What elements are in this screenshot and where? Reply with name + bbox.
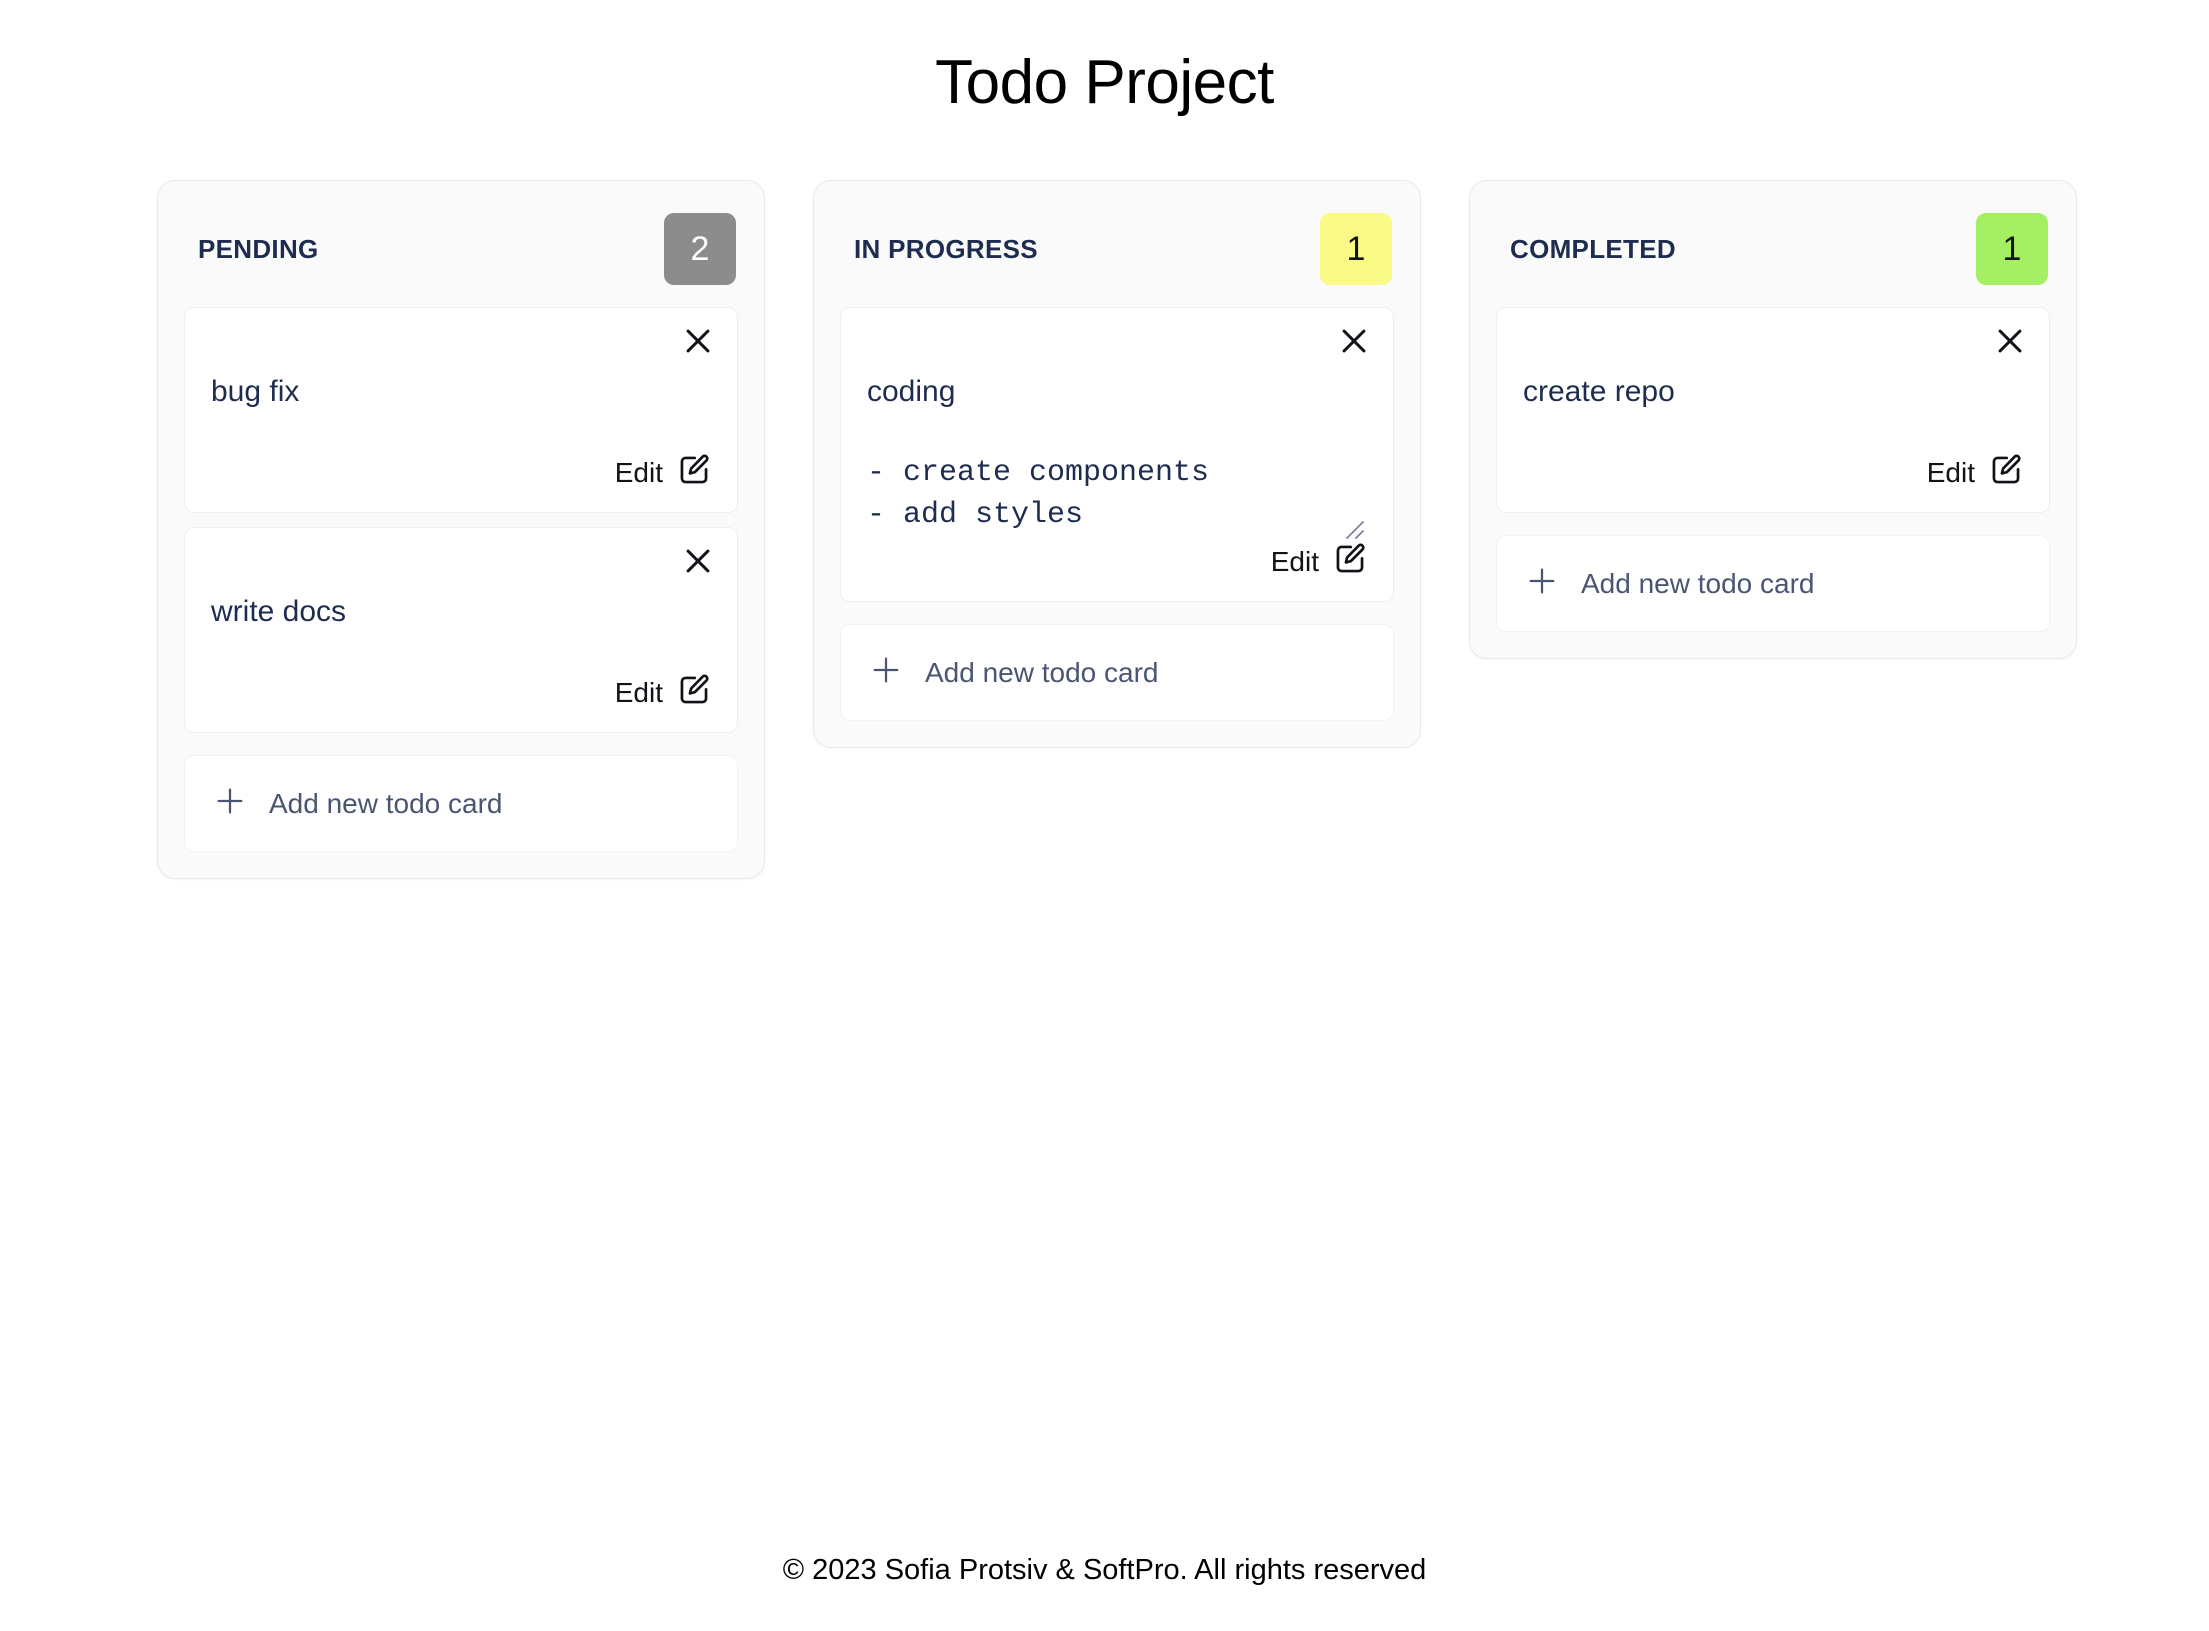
close-icon[interactable] bbox=[681, 324, 715, 358]
todo-card-text: bug fix bbox=[211, 375, 300, 409]
count-badge: 1 bbox=[1320, 213, 1392, 286]
column-title: IN PROGRESS bbox=[854, 233, 1038, 264]
app-root: Todo Project PENDING 2 bug fix Edit write do… bbox=[0, 0, 2209, 1631]
close-icon[interactable] bbox=[1993, 324, 2027, 358]
square-pen-icon[interactable] bbox=[677, 453, 711, 492]
todo-card-text: write docs bbox=[211, 595, 347, 629]
todo-card: create repo Edit bbox=[1496, 307, 2050, 514]
edit-button-label[interactable]: Edit bbox=[615, 678, 663, 707]
plus-icon bbox=[213, 784, 247, 823]
todo-card: bug fix Edit bbox=[184, 307, 738, 514]
square-pen-icon[interactable] bbox=[677, 673, 711, 712]
todo-card: write docs Edit bbox=[184, 527, 738, 734]
card-list: bug fix Edit write docs Edit bbox=[184, 307, 738, 734]
todo-card: coding - create components - add styles Ed… bbox=[840, 307, 1394, 603]
page-footer: © 2023 Sofia Protsiv & SoftPro. All righ… bbox=[0, 1509, 2209, 1631]
add-todo-card-label: Add new todo card bbox=[925, 656, 1159, 688]
add-todo-card-button[interactable]: Add new todo card bbox=[840, 624, 1394, 722]
plus-icon bbox=[1525, 564, 1559, 603]
page-title: Todo Project bbox=[935, 48, 1274, 117]
todo-card-text: coding bbox=[867, 375, 956, 409]
column-title: PENDING bbox=[198, 233, 319, 264]
card-footer: Edit bbox=[867, 542, 1367, 601]
edit-button-label[interactable]: Edit bbox=[1271, 547, 1319, 576]
square-pen-icon[interactable] bbox=[1989, 453, 2023, 492]
column-header: IN PROGRESS 1 bbox=[840, 199, 1394, 307]
column-completed: COMPLETED 1 create repo Edit Add new todo ca… bbox=[1469, 180, 2077, 660]
todo-card-text: create repo bbox=[1523, 375, 1675, 409]
column-in-progress: IN PROGRESS 1 coding - create components - … bbox=[813, 180, 1421, 749]
count-badge: 1 bbox=[1976, 213, 2048, 286]
card-list: coding - create components - add styles Ed… bbox=[840, 307, 1394, 603]
edit-button-label[interactable]: Edit bbox=[1927, 458, 1975, 487]
square-pen-icon[interactable] bbox=[1333, 542, 1367, 581]
plus-icon bbox=[869, 653, 903, 692]
add-todo-card-button[interactable]: Add new todo card bbox=[184, 755, 738, 853]
add-todo-card-label: Add new todo card bbox=[1581, 567, 1815, 599]
kanban-board: PENDING 2 bug fix Edit write docs Edit Add new… bbox=[0, 118, 2209, 880]
column-header: PENDING 2 bbox=[184, 199, 738, 307]
resize-grip-icon[interactable] bbox=[1341, 510, 1365, 539]
add-todo-card-label: Add new todo card bbox=[269, 787, 503, 819]
todo-card-body: - create components - add styles bbox=[867, 456, 1210, 532]
copyright-text: © 2023 Sofia Protsiv & SoftPro. All righ… bbox=[782, 1553, 1427, 1586]
edit-button-label[interactable]: Edit bbox=[615, 458, 663, 487]
card-list: create repo Edit bbox=[1496, 307, 2050, 514]
close-icon[interactable] bbox=[681, 544, 715, 578]
card-footer: Edit bbox=[211, 453, 711, 492]
add-todo-card-button[interactable]: Add new todo card bbox=[1496, 535, 2050, 633]
close-icon[interactable] bbox=[1337, 324, 1371, 358]
column-title: COMPLETED bbox=[1510, 233, 1676, 264]
column-header: COMPLETED 1 bbox=[1496, 199, 2050, 307]
count-badge: 2 bbox=[664, 213, 736, 286]
card-footer: Edit bbox=[1523, 453, 2023, 492]
card-footer: Edit bbox=[211, 673, 711, 712]
column-pending: PENDING 2 bug fix Edit write docs Edit Add new… bbox=[157, 180, 765, 880]
todo-textarea[interactable]: coding - create components - add styles bbox=[867, 372, 1367, 539]
